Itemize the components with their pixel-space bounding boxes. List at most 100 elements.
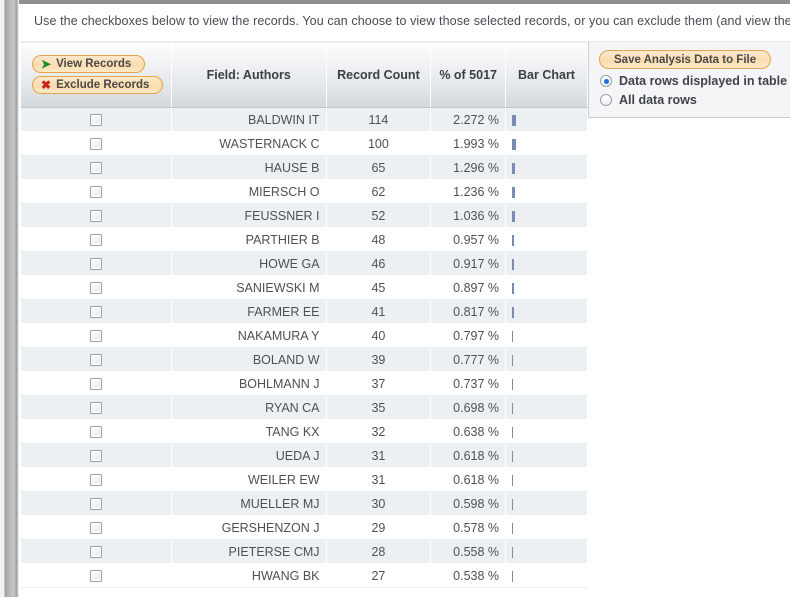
row-checkbox[interactable] (89, 450, 102, 463)
arrow-right-icon: ➤ (41, 57, 52, 71)
radio-all-rows-indicator[interactable] (600, 94, 612, 106)
row-checkbox[interactable] (89, 114, 102, 127)
bar-chart-cell (505, 203, 588, 228)
percent-cell: 0.817 % (430, 299, 507, 324)
bar-mark (512, 258, 514, 270)
percent-cell: 0.797 % (430, 323, 507, 348)
row-checkbox[interactable] (89, 546, 102, 559)
row-checkbox[interactable] (89, 378, 102, 391)
percent-cell: 0.917 % (430, 251, 507, 276)
table-row: NAKAMURA Y 40 0.797 % (21, 323, 588, 348)
author-cell: BALDWIN IT (171, 107, 327, 132)
view-records-button[interactable]: ➤ View Records (32, 55, 146, 73)
author-cell: MUELLER MJ (171, 491, 327, 516)
row-checkbox-cell (21, 323, 172, 348)
header-record-count[interactable]: Record Count (326, 41, 432, 108)
row-checkbox-cell (21, 443, 172, 468)
record-count-cell: 65 (326, 155, 432, 180)
record-count-cell: 62 (326, 179, 432, 204)
row-checkbox[interactable] (89, 474, 102, 487)
table-row: PARTHIER B 48 0.957 % (21, 227, 588, 252)
bar-chart-cell (505, 347, 588, 372)
bar-chart-cell (505, 155, 588, 180)
table-row: TANG KX 32 0.638 % (21, 419, 588, 444)
exclude-records-button[interactable]: ✖ Exclude Records (32, 76, 164, 94)
author-cell: TANG KX (171, 419, 327, 444)
row-checkbox-cell (21, 539, 172, 564)
percent-cell: 1.993 % (430, 131, 507, 156)
bar-mark (512, 306, 514, 318)
table-row: MUELLER MJ 30 0.598 % (21, 491, 588, 516)
row-checkbox[interactable] (89, 570, 102, 583)
record-count-cell: 29 (326, 515, 432, 540)
row-checkbox[interactable] (89, 186, 102, 199)
record-count-cell: 28 (326, 539, 432, 564)
bar-chart-cell (505, 515, 588, 540)
row-checkbox-cell (21, 107, 172, 132)
row-checkbox[interactable] (89, 354, 102, 367)
bar-chart-cell (505, 107, 588, 132)
header-percent[interactable]: % of 5017 (430, 41, 507, 108)
record-count-cell: 114 (326, 107, 432, 132)
bar-mark (512, 234, 514, 246)
row-checkbox-cell (21, 491, 172, 516)
row-checkbox[interactable] (89, 162, 102, 175)
author-cell: NAKAMURA Y (171, 323, 327, 348)
row-checkbox[interactable] (89, 138, 102, 151)
bar-mark (512, 210, 515, 222)
percent-cell: 0.618 % (430, 443, 507, 468)
header-actions: ➤ View Records ✖ Exclude Records (21, 41, 172, 108)
row-checkbox-cell (21, 155, 172, 180)
table-row: HAUSE B 65 1.296 % (21, 155, 588, 180)
table-row: HOWE GA 46 0.917 % (21, 251, 588, 276)
row-checkbox[interactable] (89, 402, 102, 415)
bar-chart-cell (505, 275, 588, 300)
window-scrollbar-gutter[interactable] (0, 0, 19, 597)
table-row: BOHLMANN J 37 0.737 % (21, 371, 588, 396)
row-checkbox[interactable] (89, 234, 102, 247)
instructions-text: Use the checkboxes below to view the rec… (34, 14, 790, 28)
analysis-table: ➤ View Records ✖ Exclude Records Field: … (21, 41, 588, 588)
table-row: PIETERSE CMJ 28 0.558 % (21, 539, 588, 564)
row-checkbox[interactable] (89, 522, 102, 535)
record-count-cell: 45 (326, 275, 432, 300)
author-cell: RYAN CA (171, 395, 327, 420)
radio-option-displayed-rows[interactable]: Data rows displayed in table (600, 74, 790, 88)
save-analysis-data-button[interactable]: Save Analysis Data to File (599, 50, 772, 69)
table-row: GERSHENZON J 29 0.578 % (21, 515, 588, 540)
percent-cell: 0.897 % (430, 275, 507, 300)
row-checkbox[interactable] (89, 306, 102, 319)
bar-mark (512, 354, 514, 366)
table-row: FARMER EE 41 0.817 % (21, 299, 588, 324)
radio-displayed-rows-indicator[interactable] (600, 75, 612, 87)
author-cell: GERSHENZON J (171, 515, 327, 540)
row-checkbox[interactable] (89, 282, 102, 295)
row-checkbox[interactable] (89, 498, 102, 511)
row-checkbox[interactable] (89, 210, 102, 223)
bar-chart-cell (505, 467, 588, 492)
bar-mark (512, 330, 514, 342)
row-checkbox[interactable] (89, 330, 102, 343)
row-checkbox[interactable] (89, 258, 102, 271)
table-header-row: ➤ View Records ✖ Exclude Records Field: … (21, 41, 588, 108)
row-checkbox-cell (21, 275, 172, 300)
author-cell: FARMER EE (171, 299, 327, 324)
radio-option-all-rows[interactable]: All data rows (600, 93, 790, 107)
bar-chart-cell (505, 395, 588, 420)
author-cell: SANIEWSKI M (171, 275, 327, 300)
record-count-cell: 35 (326, 395, 432, 420)
analysis-table-body: BALDWIN IT 114 2.272 % WASTERNACK C 100 1.993… (21, 107, 588, 588)
record-count-cell: 100 (326, 131, 432, 156)
bar-mark (512, 282, 514, 294)
header-field[interactable]: Field: Authors (171, 41, 327, 108)
record-count-cell: 46 (326, 251, 432, 276)
row-checkbox[interactable] (89, 426, 102, 439)
bar-mark (512, 138, 516, 150)
percent-cell: 0.737 % (430, 371, 507, 396)
record-count-cell: 31 (326, 467, 432, 492)
bar-chart-cell (505, 539, 588, 564)
bar-mark (512, 402, 514, 414)
bar-chart-cell (505, 179, 588, 204)
bar-chart-cell (505, 323, 588, 348)
exclude-records-label: Exclude Records (56, 79, 150, 91)
